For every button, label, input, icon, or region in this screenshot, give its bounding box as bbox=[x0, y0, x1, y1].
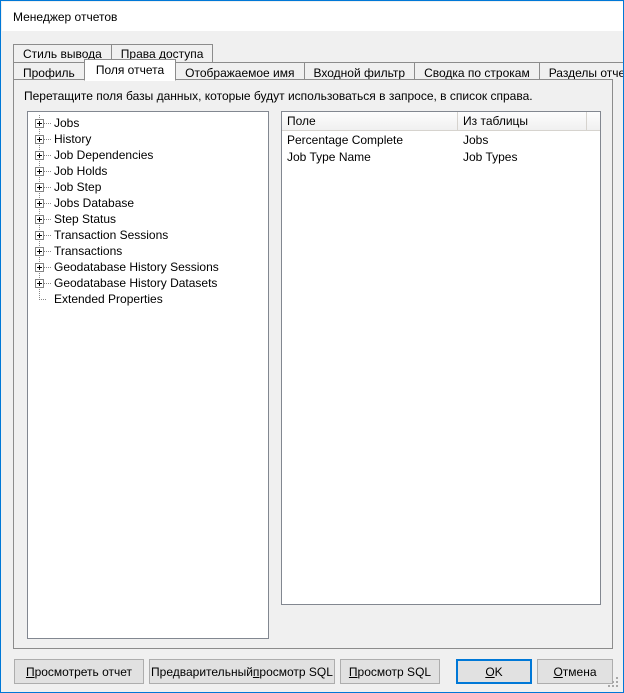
tree-node-label: Transactions bbox=[54, 244, 123, 258]
tree-connector-icon bbox=[44, 250, 52, 252]
report-manager-window: Менеджер отчетов Стиль вывода Права дост… bbox=[0, 0, 624, 693]
tab-label: Поля отчета bbox=[95, 63, 165, 77]
tree-node[interactable]: Job Step bbox=[28, 179, 268, 195]
tree-node-label: Jobs bbox=[54, 116, 80, 130]
tree-node[interactable]: Geodatabase History Datasets bbox=[28, 275, 268, 291]
expand-plus-icon[interactable] bbox=[35, 182, 44, 192]
title-bar: Менеджер отчетов bbox=[2, 2, 623, 31]
tree-node[interactable]: Transaction Sessions bbox=[28, 227, 268, 243]
database-fields-tree[interactable]: Jobs History Job Dependencies Job Holds Job … bbox=[27, 111, 269, 639]
tree-node-label: History bbox=[54, 132, 92, 146]
tree-node-label: Job Dependencies bbox=[54, 148, 154, 162]
table-row[interactable]: Job Type Name Job Types bbox=[282, 148, 600, 165]
btn-mnemonic: П bbox=[348, 664, 358, 679]
expand-plus-icon[interactable] bbox=[35, 246, 44, 256]
selected-fields-list[interactable]: Поле Из таблицы Percentage Complete Jobs J… bbox=[281, 111, 601, 605]
expand-plus-icon[interactable] bbox=[35, 118, 44, 128]
sql-preview-button[interactable]: Предварительный п росмотр SQL bbox=[149, 659, 335, 684]
btn-label: K bbox=[494, 664, 503, 679]
tree-node-label: Transaction Sessions bbox=[54, 228, 169, 242]
tree-connector-icon bbox=[44, 122, 52, 124]
tree-node-list: Jobs History Job Dependencies Job Holds Job … bbox=[28, 115, 268, 307]
tree-node[interactable]: Jobs Database bbox=[28, 195, 268, 211]
tree-node-label: Step Status bbox=[54, 212, 117, 226]
tree-node[interactable]: Step Status bbox=[28, 211, 268, 227]
tab-label: Сводка по строкам bbox=[424, 65, 530, 80]
btn-label: росмотр SQL bbox=[259, 664, 333, 679]
list-body: Percentage Complete Jobs Job Type Name Job … bbox=[282, 131, 600, 165]
expand-plus-icon[interactable] bbox=[35, 166, 44, 176]
tree-node[interactable]: Extended Properties bbox=[28, 288, 268, 307]
tree-node-label: Geodatabase History Sessions bbox=[54, 260, 219, 274]
cell-field: Percentage Complete bbox=[287, 132, 404, 147]
tree-node[interactable]: Geodatabase History Sessions bbox=[28, 259, 268, 275]
tree-node[interactable]: Job Dependencies bbox=[28, 147, 268, 163]
cell-from-table: Jobs bbox=[463, 132, 489, 147]
expand-plus-icon[interactable] bbox=[35, 230, 44, 240]
btn-label-pre: Предварительный bbox=[151, 664, 253, 679]
tree-node[interactable]: Transactions bbox=[28, 243, 268, 259]
tree-node-label: Geodatabase History Datasets bbox=[54, 276, 218, 290]
tab-strip: Стиль вывода Права доступа Профиль Поля … bbox=[13, 44, 623, 82]
cancel-button[interactable]: Отмена bbox=[537, 659, 613, 684]
column-header-from-table[interactable]: Из таблицы bbox=[458, 112, 587, 131]
tree-node[interactable]: Jobs bbox=[28, 115, 268, 131]
list-header-row: Поле Из таблицы bbox=[282, 112, 600, 131]
cell-from-table: Job Types bbox=[463, 149, 518, 164]
column-header-field[interactable]: Поле bbox=[282, 112, 458, 131]
tab-label: Отображаемое имя bbox=[185, 65, 295, 80]
tab-label: Профиль bbox=[23, 65, 75, 80]
tree-connector-icon bbox=[44, 266, 52, 268]
column-header-empty[interactable] bbox=[587, 112, 600, 131]
tree-connector-icon bbox=[44, 154, 52, 156]
expand-plus-icon[interactable] bbox=[35, 278, 44, 288]
instruction-text: Перетащите поля базы данных, которые буд… bbox=[24, 89, 533, 103]
preview-report-button[interactable]: Просмотреть отчет bbox=[14, 659, 144, 684]
expand-plus-icon[interactable] bbox=[35, 134, 44, 144]
tab-label: Входной фильтр bbox=[313, 65, 406, 80]
btn-label: росмотр SQL bbox=[357, 664, 432, 679]
tab-page-report-fields: Перетащите поля базы данных, которые буд… bbox=[13, 79, 613, 649]
window-title: Менеджер отчетов bbox=[13, 10, 118, 24]
tree-node-label: Jobs Database bbox=[54, 196, 135, 210]
tab-label: Разделы отчета bbox=[548, 65, 623, 80]
btn-label: росмотреть отчет bbox=[34, 664, 133, 679]
tree-leaf-connector-icon bbox=[35, 288, 46, 304]
expand-plus-icon[interactable] bbox=[35, 262, 44, 272]
tree-connector-icon bbox=[44, 138, 52, 140]
expand-plus-icon[interactable] bbox=[35, 150, 44, 160]
tree-connector-icon bbox=[44, 218, 52, 220]
tree-node-label: Job Holds bbox=[54, 164, 108, 178]
expand-plus-icon[interactable] bbox=[35, 198, 44, 208]
expand-plus-icon[interactable] bbox=[35, 214, 44, 224]
cell-field: Job Type Name bbox=[287, 149, 371, 164]
tree-node-label: Job Step bbox=[54, 180, 102, 194]
btn-mnemonic: O bbox=[485, 664, 495, 679]
tab-report-fields[interactable]: Поля отчета bbox=[83, 59, 177, 81]
btn-mnemonic: П bbox=[25, 664, 35, 679]
tree-connector-icon bbox=[44, 170, 52, 172]
btn-mnemonic: О bbox=[553, 664, 563, 679]
tree-connector-icon bbox=[44, 234, 52, 236]
btn-label: тмена bbox=[562, 664, 597, 679]
tree-node[interactable]: History bbox=[28, 131, 268, 147]
tree-node-label: Extended Properties bbox=[54, 292, 163, 306]
tree-connector-icon bbox=[44, 202, 52, 204]
tree-connector-icon bbox=[44, 282, 52, 284]
ok-button[interactable]: OK bbox=[456, 659, 532, 684]
tree-node[interactable]: Job Holds bbox=[28, 163, 268, 179]
view-sql-button[interactable]: Просмотр SQL bbox=[340, 659, 440, 684]
resize-grip-icon[interactable] bbox=[608, 677, 620, 689]
tree-connector-icon bbox=[44, 186, 52, 188]
table-row[interactable]: Percentage Complete Jobs bbox=[282, 131, 600, 148]
